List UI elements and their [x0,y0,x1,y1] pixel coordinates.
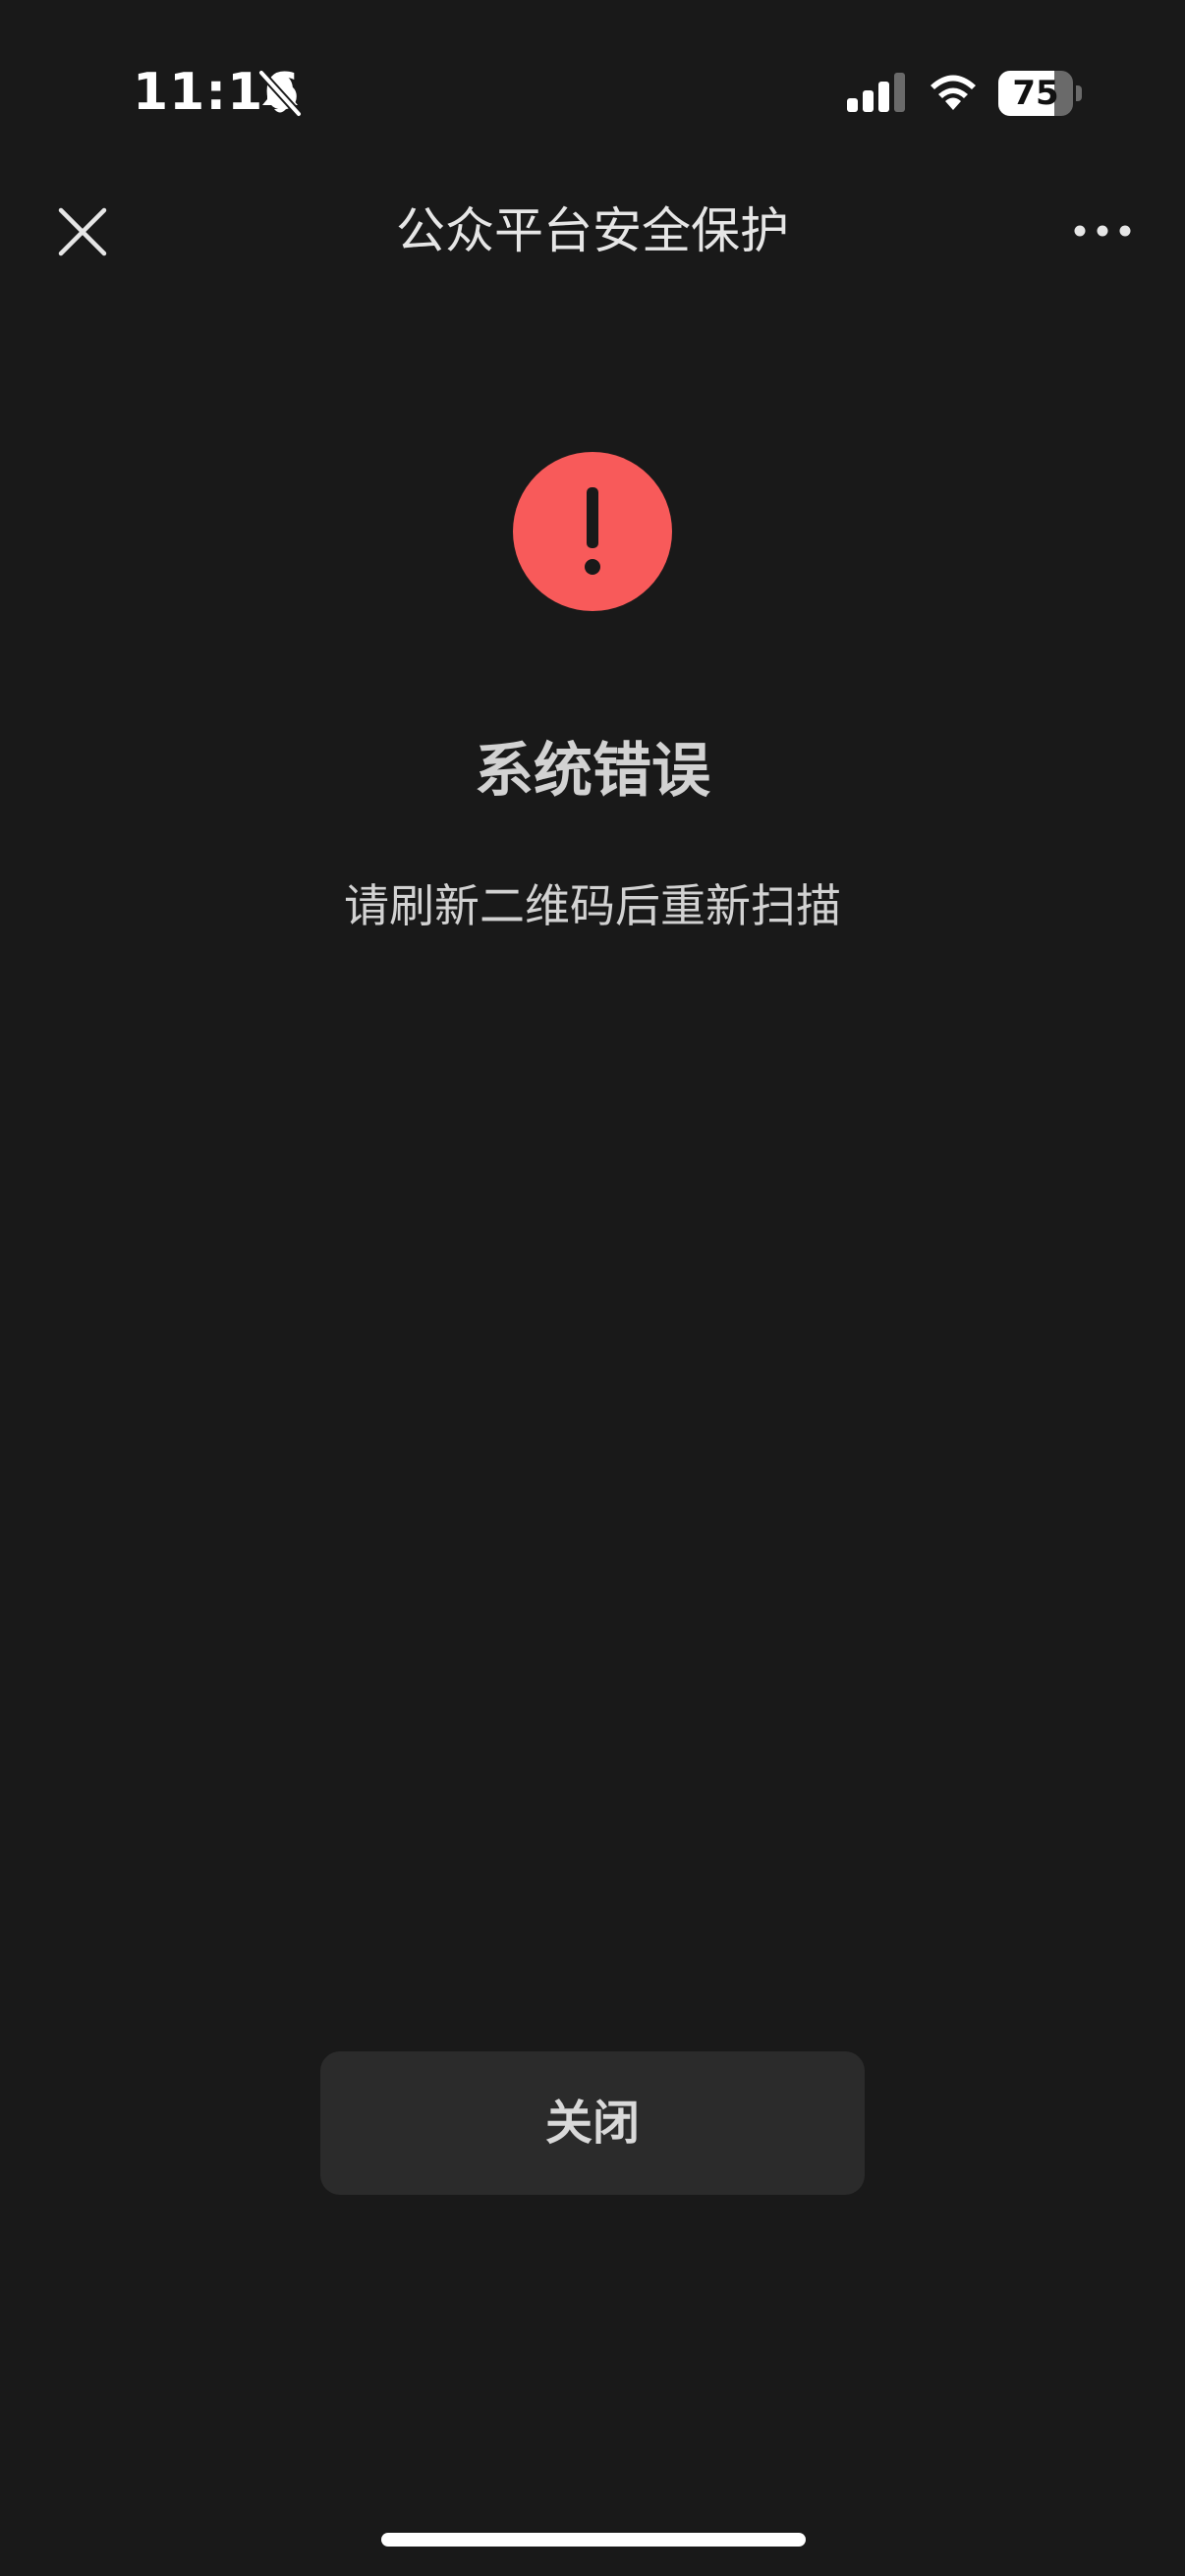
wifi-icon [931,75,976,110]
more-dots-icon[interactable] [1073,216,1132,246]
page-title: 公众平台安全保护 [396,202,789,259]
error-title: 系统错误 [475,737,710,806]
error-message: 请刷新二维码后重新扫描 [344,879,841,932]
exclamation-circle-icon [513,452,672,611]
battery-body: 75 [998,71,1073,116]
home-indicator[interactable] [381,2533,806,2547]
exclamation-mark-glyph [585,487,600,575]
error-page: 11:16 75 公众平台安全保护 系统错误 请刷新二维码后重新扫描 关闭 [0,0,1185,2576]
battery-level: 75 [1012,74,1059,113]
close-button[interactable]: 关闭 [320,2051,865,2195]
cellular-signal-icon [847,73,905,112]
battery-cap [1076,85,1082,101]
battery-indicator: 75 [998,71,1083,116]
bell-slash-icon [257,69,303,118]
